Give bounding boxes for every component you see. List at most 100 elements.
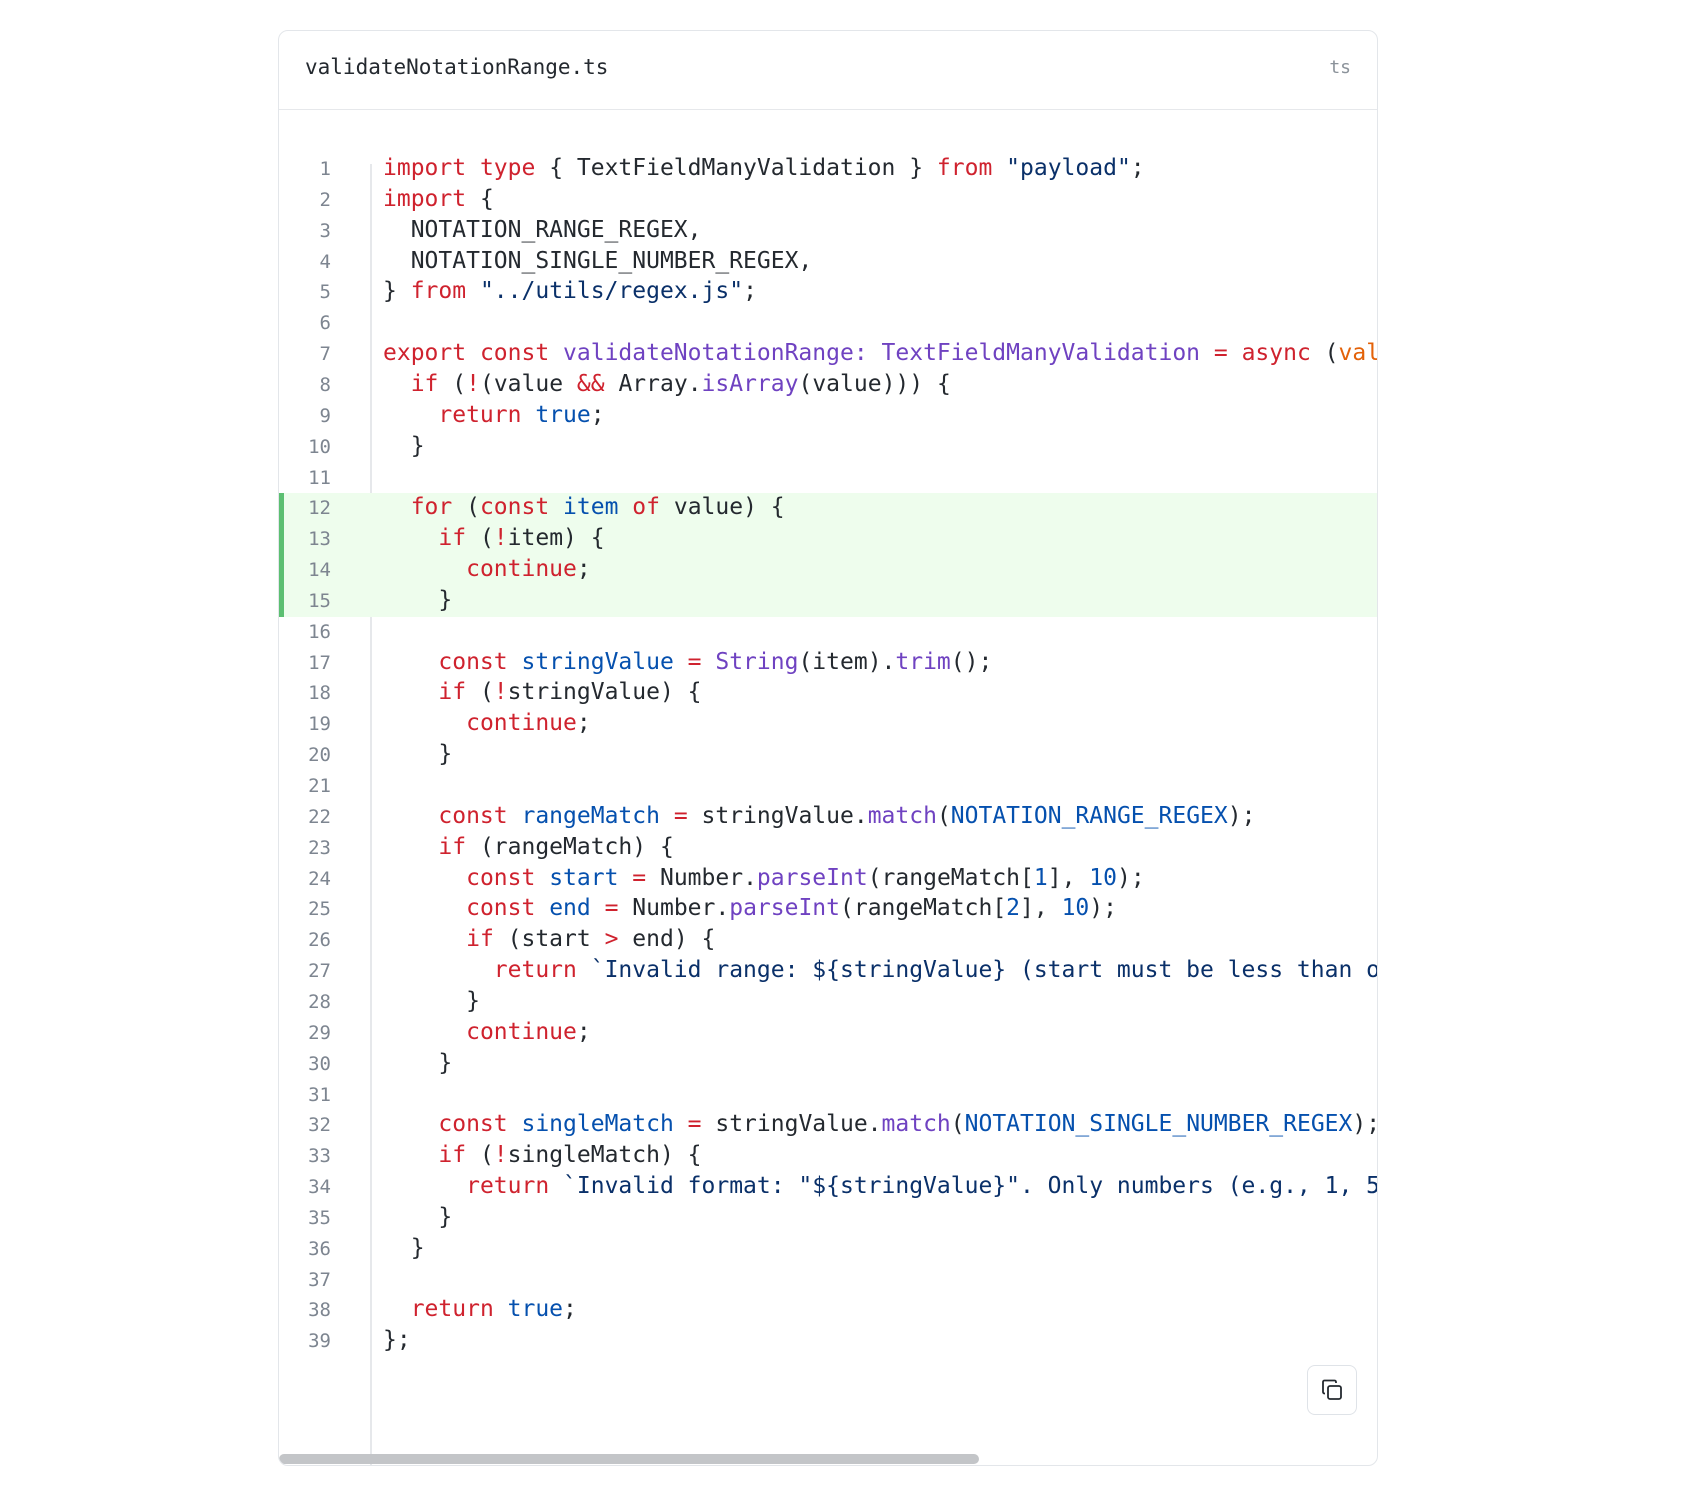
code-token: match (881, 1111, 951, 1138)
code-token: parseInt (729, 895, 840, 922)
code-token: import (383, 155, 480, 181)
code-line: 31 (279, 1080, 1377, 1111)
code-token: = (632, 864, 660, 891)
code-token: 10 (1061, 895, 1090, 922)
copy-button[interactable] (1307, 1365, 1357, 1415)
language-label: ts (1329, 57, 1351, 78)
code-token: } (383, 1234, 425, 1261)
line-number: 32 (308, 1114, 331, 1137)
line-number: 17 (308, 651, 331, 674)
line-code: return true; (383, 1296, 577, 1322)
line-code: continue; (383, 1019, 591, 1045)
code-token: ( (479, 1142, 494, 1169)
code-area[interactable]: 1 import type { TextFieldManyValidation }… (279, 131, 1378, 1465)
code-line: 19 continue; (279, 709, 1377, 740)
code-token: }; (383, 1327, 411, 1354)
code-token: stringValue) { (507, 679, 702, 706)
code-token: stringValue. (715, 1111, 882, 1138)
code-line: 21 (279, 771, 1377, 802)
code-line: 12 for (const item of value) { (279, 493, 1377, 525)
code-token: stringValue (521, 648, 688, 675)
code-token: ; (743, 278, 757, 305)
code-token: (start (507, 926, 605, 953)
line-number: 36 (308, 1237, 331, 1260)
code-token: const (438, 648, 522, 675)
code-token: (value))) { (798, 370, 951, 397)
line-code: for (const item of value) { (383, 494, 785, 520)
code-line: 14 continue; (279, 555, 1377, 586)
code-line: 13 if (!item) { (279, 524, 1377, 556)
code-token: type (479, 155, 550, 181)
line-number: 7 (319, 343, 331, 366)
code-token: return (493, 957, 591, 984)
code-token: `Invalid format: "${stringValue}". Only … (563, 1173, 1378, 1200)
line-code: const singleMatch = stringValue.match(NO… (383, 1111, 1377, 1138)
horizontal-scrollbar[interactable] (279, 1451, 1377, 1465)
line-code: } from "../utils/regex.js"; (383, 278, 757, 304)
line-number: 30 (308, 1052, 331, 1075)
line-code: } (383, 741, 452, 767)
code-token: for (410, 494, 467, 521)
line-code: const rangeMatch = stringValue.match(NOT… (383, 803, 1255, 829)
code-token: `Invalid range: ${stringValue} (start mu… (590, 957, 1378, 984)
code-token: match (867, 802, 937, 829)
code-line: 5} from "../utils/regex.js"; (279, 277, 1377, 308)
code-token: ; (590, 401, 605, 428)
code-token: if (438, 833, 480, 860)
code-token: Number. (632, 895, 730, 922)
line-code: const end = Number.parseInt(rangeMatch[2… (383, 895, 1117, 921)
code-token: rangeMatch (521, 802, 674, 829)
code-line: 28 } (279, 987, 1377, 1018)
code-token: if (438, 525, 480, 552)
code-token: } (383, 432, 425, 459)
line-number: 38 (308, 1299, 331, 1322)
code-token: return (466, 1173, 564, 1200)
line-number: 12 (308, 497, 331, 520)
code-line: 7 export const validateNotationRange: Tex… (279, 339, 1377, 370)
code-token: = (673, 802, 702, 829)
code-line: 20 } (279, 740, 1377, 771)
line-number: 13 (308, 528, 331, 551)
code-token: end (549, 895, 605, 922)
code-token: ; (576, 556, 591, 583)
code-token: import (383, 185, 480, 212)
line-number: 4 (319, 250, 331, 273)
code-token: if (438, 1142, 480, 1169)
code-line: 3 NOTATION_RANGE_REGEX, (279, 216, 1377, 247)
line-code: } (383, 587, 452, 613)
code-token: NOTATION_SINGLE_NUMBER_REGEX (964, 1111, 1353, 1138)
line-number: 35 (308, 1206, 331, 1229)
code-token: trim (895, 648, 951, 675)
code-token: Array. (618, 370, 702, 397)
code-token: ! (493, 679, 508, 706)
code-token: 2 (1006, 895, 1021, 922)
code-line: 34 return `Invalid format: "${stringValu… (279, 1172, 1378, 1203)
code-line: 23 if (rangeMatch) { (279, 833, 1377, 864)
code-token: ], (1020, 895, 1062, 922)
code-token: ], (1047, 864, 1090, 891)
line-code: if (rangeMatch) { (383, 833, 673, 860)
code-token: valu (1338, 340, 1377, 367)
code-line: 26 if (start > end) { (279, 925, 1377, 956)
line-code: }; (383, 1327, 411, 1353)
code-token: from (410, 278, 480, 305)
line-code: continue; (383, 710, 591, 736)
scrollbar-thumb[interactable] (279, 1454, 979, 1464)
code-token: ; (1130, 155, 1145, 181)
line-number: 23 (308, 836, 331, 859)
code-token: ( (479, 525, 494, 552)
code-block-header: validateNotationRange.ts ts (279, 31, 1377, 110)
code-token: const (438, 1111, 522, 1138)
code-token: ( (1324, 340, 1339, 367)
code-line: 30 } (279, 1049, 1377, 1080)
code-token: String (715, 648, 799, 675)
